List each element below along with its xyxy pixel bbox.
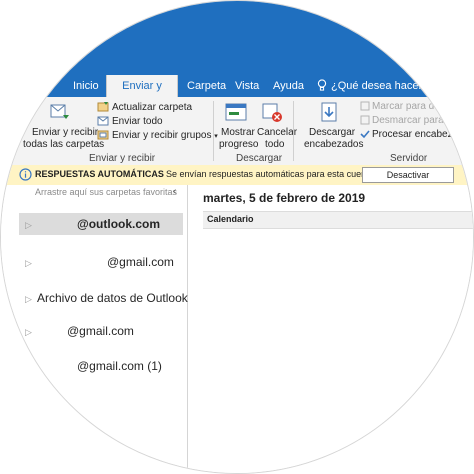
deactivate-button[interactable]: Desactivar: [362, 167, 454, 183]
account-gmail-3[interactable]: ▷@gmail.com (1): [25, 359, 162, 373]
expand-arrow-icon[interactable]: ▷: [25, 220, 37, 231]
send-receive-all-icon: [50, 104, 69, 119]
show-progress-button[interactable]: Mostrar: [221, 127, 255, 138]
calendar-header-bar: Calendario: [203, 211, 473, 229]
ribbon-tabs: Inicio Enviar y recibir Carpeta Vista Ay…: [1, 75, 473, 114]
unmark-download-icon: [360, 115, 370, 125]
chevron-down-icon: ▾: [214, 133, 218, 140]
account-label: @gmail.com: [107, 255, 174, 269]
group-label-server: Servidor: [390, 153, 428, 164]
search-text: ¿Qué desea hacer?: [331, 80, 429, 92]
tab-carpeta[interactable]: Carpeta: [187, 75, 226, 97]
send-all-icon: [97, 116, 109, 126]
account-gmail-2[interactable]: ▷ @gmail.com: [25, 324, 134, 338]
calendar-date: martes, 5 de febrero de 2019: [203, 191, 366, 205]
group-label-download: Descargar: [236, 153, 283, 164]
calendar-header: Calendario: [207, 214, 254, 224]
collapse-pane-icon[interactable]: ‹: [173, 186, 176, 197]
show-progress-icon: [225, 103, 247, 121]
info-icon: [19, 168, 32, 181]
tab-enviar-y-recibir[interactable]: Enviar y recibir: [106, 75, 178, 114]
update-folder-icon: [97, 102, 109, 112]
send-receive-groups-button[interactable]: Enviar y recibir grupos ▾: [112, 130, 218, 141]
ribbon: Enviar y recibir todas las carpetas Actu…: [1, 97, 473, 166]
process-headers-icon: [360, 130, 370, 139]
title-bar: [1, 1, 473, 75]
tab-vista[interactable]: Vista: [235, 75, 259, 97]
search-box[interactable]: ¿Qué desea hacer?: [317, 75, 428, 97]
cancel-all-button-line2[interactable]: todo: [265, 139, 284, 150]
download-headers-button[interactable]: Descargar: [309, 127, 355, 138]
cancel-all-icon: [262, 103, 282, 122]
calendar-view: martes, 5 de febrero de 2019 Calendario: [188, 185, 473, 473]
folder-pane: Arrastre aquí sus carpetas favoritas ‹ ▷…: [1, 185, 198, 473]
ribbon-separator: [213, 101, 214, 161]
outlook-window: Inicio Enviar y recibir Carpeta Vista Ay…: [0, 0, 474, 474]
expand-arrow-icon[interactable]: ▷: [25, 327, 37, 338]
lightbulb-icon: [317, 79, 327, 91]
send-receive-all-button[interactable]: Enviar y recibir: [32, 127, 98, 138]
tab-ayuda[interactable]: Ayuda: [273, 75, 304, 97]
banner-message: Se envían respuestas automáticas para es…: [166, 169, 377, 179]
auto-reply-banner: RESPUESTAS AUTOMÁTICAS Se envían respues…: [1, 165, 473, 186]
mark-download-button[interactable]: Marcar para d: [372, 101, 434, 112]
send-all-button[interactable]: Enviar todo: [112, 116, 163, 127]
cancel-all-button[interactable]: Cancelar: [257, 127, 297, 138]
send-receive-groups-label: Enviar y recibir grupos: [112, 130, 212, 141]
outlook-data-file[interactable]: ▷ Archivo de datos de Outlook...: [25, 291, 198, 305]
send-receive-all-button-line2[interactable]: todas las carpetas: [23, 139, 104, 150]
banner-title: RESPUESTAS AUTOMÁTICAS: [35, 169, 164, 179]
download-headers-button-line2[interactable]: encabezados: [304, 139, 364, 150]
expand-arrow-icon[interactable]: ▷: [25, 258, 37, 269]
unmark-download-button[interactable]: Desmarcar para d: [372, 115, 452, 126]
ribbon-separator: [293, 101, 294, 161]
send-receive-groups-icon: [97, 130, 109, 140]
update-folder-button[interactable]: Actualizar carpeta: [112, 102, 192, 113]
tab-inicio[interactable]: Inicio: [73, 75, 99, 97]
download-headers-icon: [321, 102, 337, 122]
expand-arrow-icon[interactable]: ▷: [25, 294, 37, 305]
mark-download-icon: [360, 101, 370, 111]
account-label: @gmail.com (1): [77, 359, 162, 373]
group-label-send-receive: Enviar y recibir: [89, 153, 156, 164]
account-label: @gmail.com: [67, 324, 134, 338]
show-progress-button-line2[interactable]: progreso: [219, 139, 258, 150]
process-headers-button[interactable]: Procesar encabezad: [372, 129, 464, 140]
account-label: Archivo de datos de Outlook...: [37, 291, 198, 305]
account-label: @outlook.com: [77, 217, 161, 231]
favorites-hint: Arrastre aquí sus carpetas favoritas: [35, 187, 178, 197]
account-gmail-1[interactable]: ▷ @gmail.com: [25, 255, 174, 269]
account-outlook[interactable]: ▷ @outlook.com: [25, 217, 160, 231]
